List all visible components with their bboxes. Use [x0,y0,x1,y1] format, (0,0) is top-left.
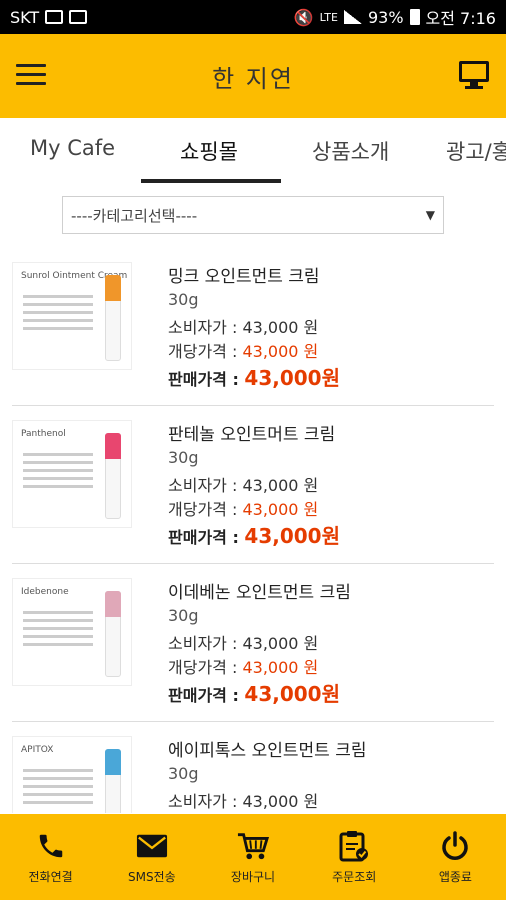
mute-icon: 🔇 [293,7,314,27]
sale-price-row: 판매가격 : 43,000원 [168,682,340,706]
product-weight: 30g [168,448,199,467]
hamburger-icon[interactable] [16,64,46,86]
category-select[interactable]: ----카테고리선택---- ▼ [62,196,444,234]
product-weight: 30g [168,290,199,309]
cart-label: 장바구니 [230,869,276,884]
clipboard-icon [338,830,370,862]
category-select-value: ----카테고리선택---- [71,206,198,225]
cart-button[interactable]: 장바구니 [202,814,303,900]
dealer-price-row: 개당가격 : 43,000 원 [168,658,319,677]
dealer-price-row: 개당가격 : 43,000 원 [168,342,319,361]
mail-notification-icon [69,10,88,24]
phone-icon [35,830,67,862]
sms-button[interactable]: SMS전송 [101,814,202,900]
product-name[interactable]: 밍크 오인트먼트 크림 [168,262,320,287]
product-name[interactable]: 이데베논 오인트먼트 크림 [168,578,351,603]
exit-app-label: 앱종료 [438,869,472,884]
battery-percent: 93% [367,7,404,27]
product-thumbnail: APITOX [12,736,132,813]
product-name[interactable]: 에이피톡스 오인트먼트 크림 [168,736,367,761]
bottom-nav: 전화연결 SMS전송 장바구니 주문조회 앱종료 [0,814,506,900]
monitor-icon[interactable] [458,60,490,90]
product-name[interactable]: 판테놀 오인트머트 크림 [168,420,335,445]
signal-icon [343,10,362,24]
carrier-label: SKT [10,7,40,27]
page-title: 한 지연 [212,64,294,93]
tab-bar: My Cafe 쇼핑몰 상품소개 광고/홍 [0,118,506,184]
network-label: LTE [319,10,338,24]
thumbnail-brand: Idebenone [21,587,69,597]
call-label: 전화연결 [28,869,73,884]
tab-shopping-mall[interactable]: 쇼핑몰 [180,136,238,166]
product-item[interactable]: Idebenone 이데베논 오인트먼트 크림 30g 소비자가 : 43,00… [0,564,506,722]
app-bar: 한 지연 [0,34,506,118]
product-thumbnail: Panthenol [12,420,132,528]
clock: 오전 7:16 [425,9,496,28]
order-lookup-label: 주문조회 [332,869,377,884]
status-bar: SKT 🔇 LTE 93% 오전 7:16 [0,0,506,34]
product-list: Sunrol Ointment Cream 밍크 오인트먼트 크림 30g 소비… [0,248,506,813]
consumer-price-row: 소비자가 : 43,000 원 [168,476,319,495]
battery-icon [409,9,420,25]
product-item[interactable]: Panthenol 판테놀 오인트머트 크림 30g 소비자가 : 43,000… [0,406,506,564]
sms-label: SMS전송 [127,869,176,884]
active-tab-indicator [141,179,281,183]
dealer-price-row: 개당가격 : 43,000 원 [168,500,319,519]
call-button[interactable]: 전화연결 [0,814,101,900]
thumbnail-brand: Panthenol [21,429,66,439]
product-item[interactable]: APITOX 에이피톡스 오인트먼트 크림 30g 소비자가 : 43,000 … [0,722,506,813]
tab-product-intro[interactable]: 상품소개 [312,136,389,166]
order-lookup-button[interactable]: 주문조회 [304,814,405,900]
product-weight: 30g [168,606,199,625]
sale-price-row: 판매가격 : 43,000원 [168,366,340,390]
consumer-price-row: 소비자가 : 43,000 원 [168,318,319,337]
product-weight: 30g [168,764,199,783]
cart-icon [237,830,269,862]
product-thumbnail: Idebenone [12,578,132,686]
tab-advertising[interactable]: 광고/홍 [446,136,506,166]
exit-app-button[interactable]: 앱종료 [405,814,506,900]
gallery-icon [45,10,64,24]
tab-my-cafe[interactable]: My Cafe [30,136,115,160]
mail-icon [136,830,168,862]
dropdown-arrow-icon: ▼ [425,208,435,222]
power-icon [439,830,471,862]
consumer-price-row: 소비자가 : 43,000 원 [168,792,319,811]
sale-price-row: 판매가격 : 43,000원 [168,524,340,548]
thumbnail-brand: APITOX [21,745,54,755]
consumer-price-row: 소비자가 : 43,000 원 [168,634,319,653]
product-item[interactable]: Sunrol Ointment Cream 밍크 오인트먼트 크림 30g 소비… [0,248,506,406]
product-thumbnail: Sunrol Ointment Cream [12,262,132,370]
